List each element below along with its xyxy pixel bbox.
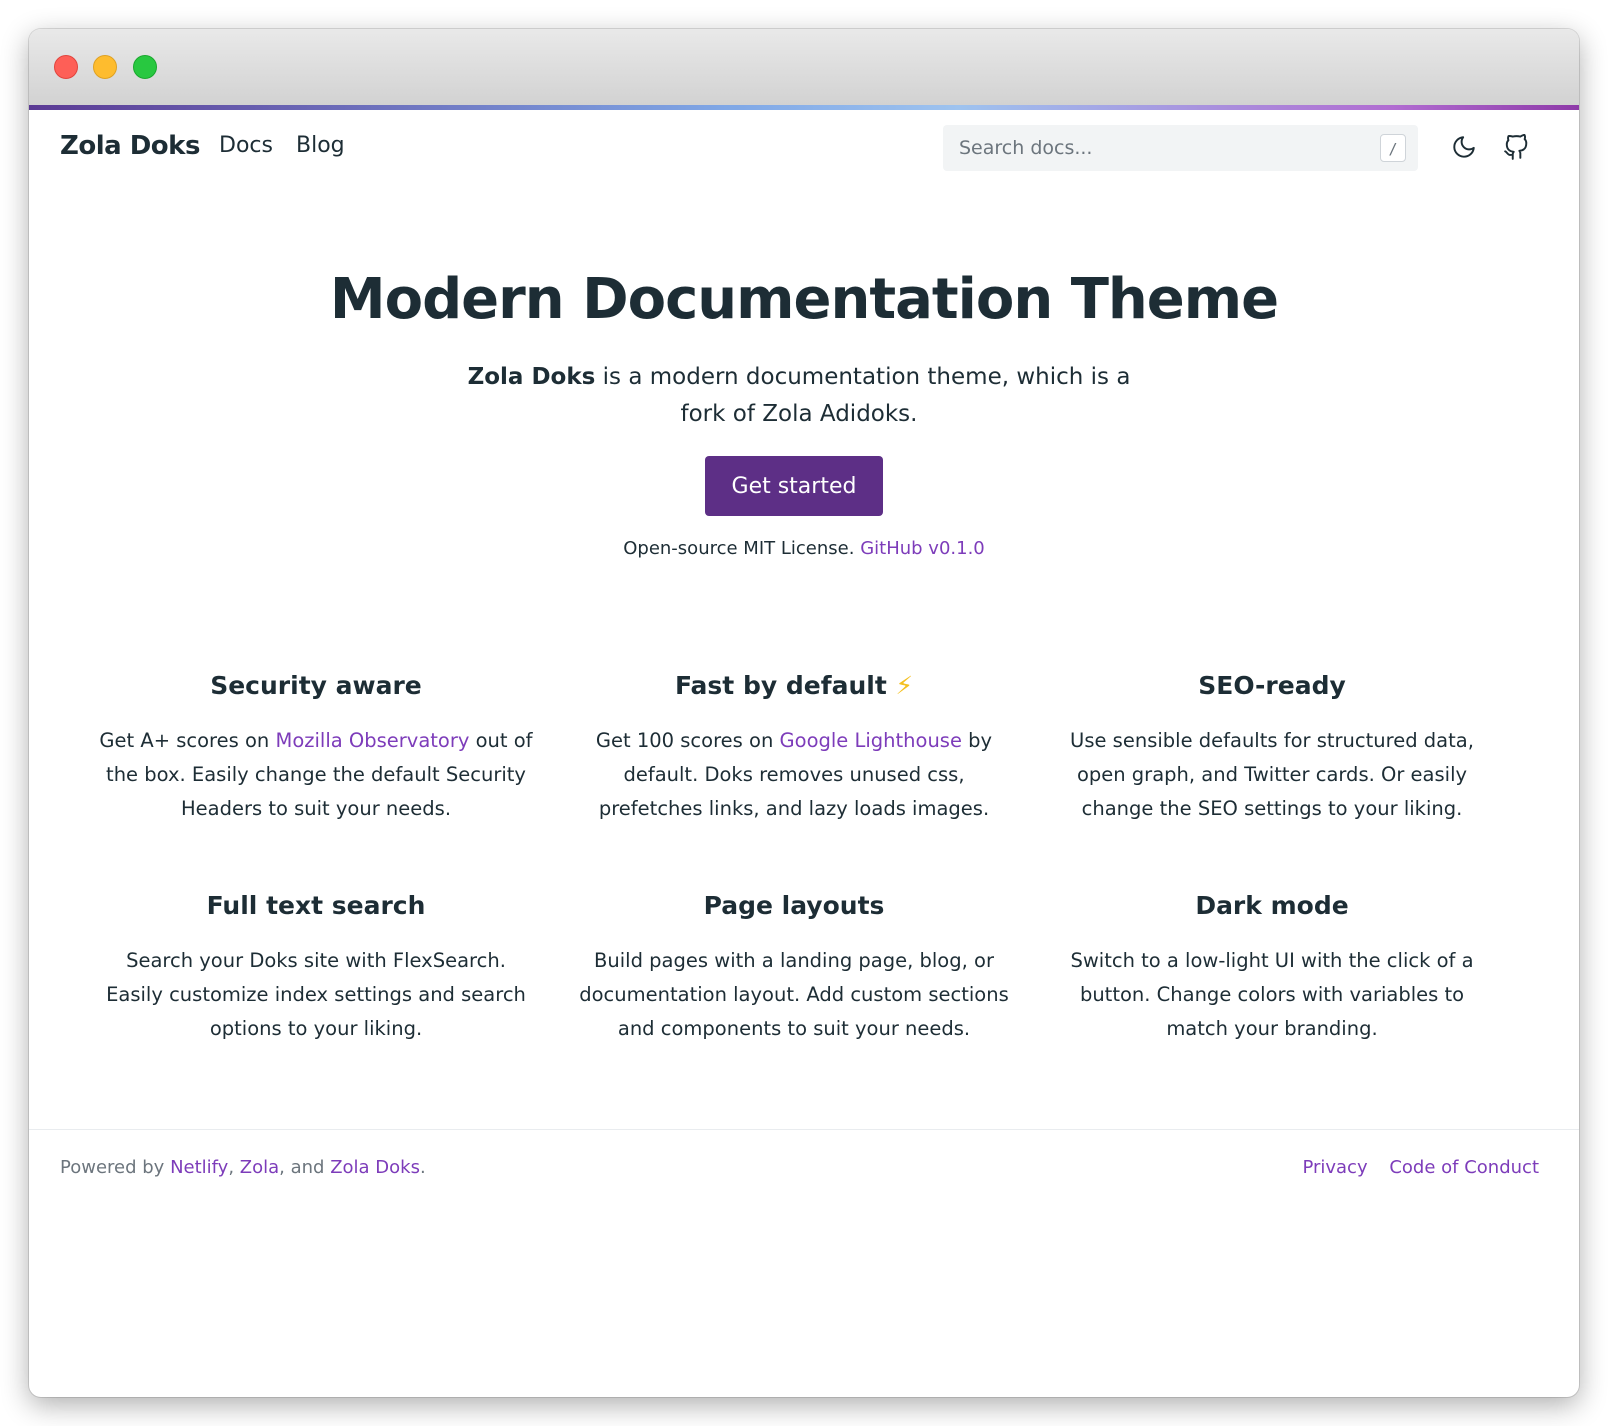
footer-period: . — [419, 1157, 426, 1178]
google-lighthouse-link[interactable]: Google Lighthouse — [780, 729, 962, 752]
feature-text-pre: Get 100 scores on — [595, 729, 780, 752]
footer-divider — [29, 1129, 1579, 1130]
license-text: Open-source MIT License. — [623, 538, 855, 559]
feature-text: Switch to a low-light UI with the click … — [1070, 949, 1474, 1040]
feature-full-text-search: Full text search Search your Doks site w… — [96, 886, 536, 1046]
lead-text: is a modern documentation theme, which i… — [595, 364, 1131, 427]
mozilla-observatory-link[interactable]: Mozilla Observatory — [276, 729, 470, 752]
netlify-link[interactable]: Netlify — [170, 1157, 228, 1178]
hero-lead: Zola Doks is a modern documentation them… — [449, 359, 1149, 433]
search-input[interactable] — [943, 125, 1363, 171]
feature-fast-by-default: Fast by default ⚡ Get 100 scores on Goog… — [574, 666, 1014, 826]
window-titlebar — [29, 29, 1579, 105]
privacy-link[interactable]: Privacy — [1302, 1157, 1367, 1178]
minimize-window-button[interactable] — [93, 55, 117, 79]
code-of-conduct-link[interactable]: Code of Conduct — [1389, 1157, 1539, 1178]
feature-title: Full text search — [206, 891, 426, 920]
github-version-link[interactable]: GitHub v0.1.0 — [860, 538, 985, 559]
lightning-bolt-icon: ⚡ — [895, 671, 914, 700]
search-shortcut-key: / — [1380, 134, 1406, 162]
footer-powered-by: Powered by Netlify, Zola, and Zola Doks. — [60, 1157, 426, 1178]
feature-text: Get A+ scores on Mozilla Observatory out… — [96, 724, 536, 826]
search-box: / — [943, 125, 1418, 171]
github-icon[interactable] — [1501, 132, 1531, 162]
feature-text: Use sensible defaults for structured dat… — [1070, 729, 1474, 820]
feature-title: SEO-ready — [1198, 671, 1346, 700]
feature-title: Dark mode — [1195, 891, 1349, 920]
feature-title-text: Fast by default — [674, 671, 887, 700]
nav-link-docs[interactable]: Docs — [219, 133, 273, 158]
feature-title: Page layouts — [703, 891, 885, 920]
footer-separator: , and — [279, 1157, 331, 1178]
feature-text: Get 100 scores on Google Lighthouse by d… — [574, 724, 1014, 826]
feature-text-pre: Get A+ scores on — [99, 729, 276, 752]
maximize-window-button[interactable] — [133, 55, 157, 79]
get-started-button[interactable]: Get started — [705, 456, 883, 516]
brand-logo-link[interactable]: Zola Doks — [60, 131, 200, 161]
hero-title: Modern Documentation Theme — [329, 267, 1279, 332]
feature-security-aware: Security aware Get A+ scores on Mozilla … — [96, 666, 536, 826]
feature-text: Build pages with a landing page, blog, o… — [579, 949, 1009, 1040]
zola-doks-link[interactable]: Zola Doks — [330, 1157, 420, 1178]
top-navbar: Zola Doks Docs Blog / — [29, 110, 1579, 192]
browser-window: Zola Doks Docs Blog / Modern Documentati… — [29, 29, 1579, 1397]
feature-dark-mode: Dark mode Switch to a low-light UI with … — [1052, 886, 1492, 1046]
zola-link[interactable]: Zola — [240, 1157, 279, 1178]
footer-links: Privacy Code of Conduct — [1286, 1157, 1539, 1178]
feature-text: Search your Doks site with FlexSearch. E… — [106, 949, 526, 1040]
close-window-button[interactable] — [54, 55, 78, 79]
feature-page-layouts: Page layouts Build pages with a landing … — [574, 886, 1014, 1046]
moon-icon[interactable] — [1449, 132, 1479, 162]
nav-link-blog[interactable]: Blog — [296, 133, 345, 158]
footer-separator: , — [228, 1157, 240, 1178]
lead-brand: Zola Doks — [467, 364, 596, 390]
feature-title: Security aware — [210, 671, 422, 700]
powered-by-text: Powered by — [60, 1157, 171, 1178]
license-line: Open-source MIT License. GitHub v0.1.0 — [29, 538, 1579, 559]
feature-title: Fast by default ⚡ — [574, 666, 1014, 706]
feature-seo-ready: SEO-ready Use sensible defaults for stru… — [1052, 666, 1492, 826]
